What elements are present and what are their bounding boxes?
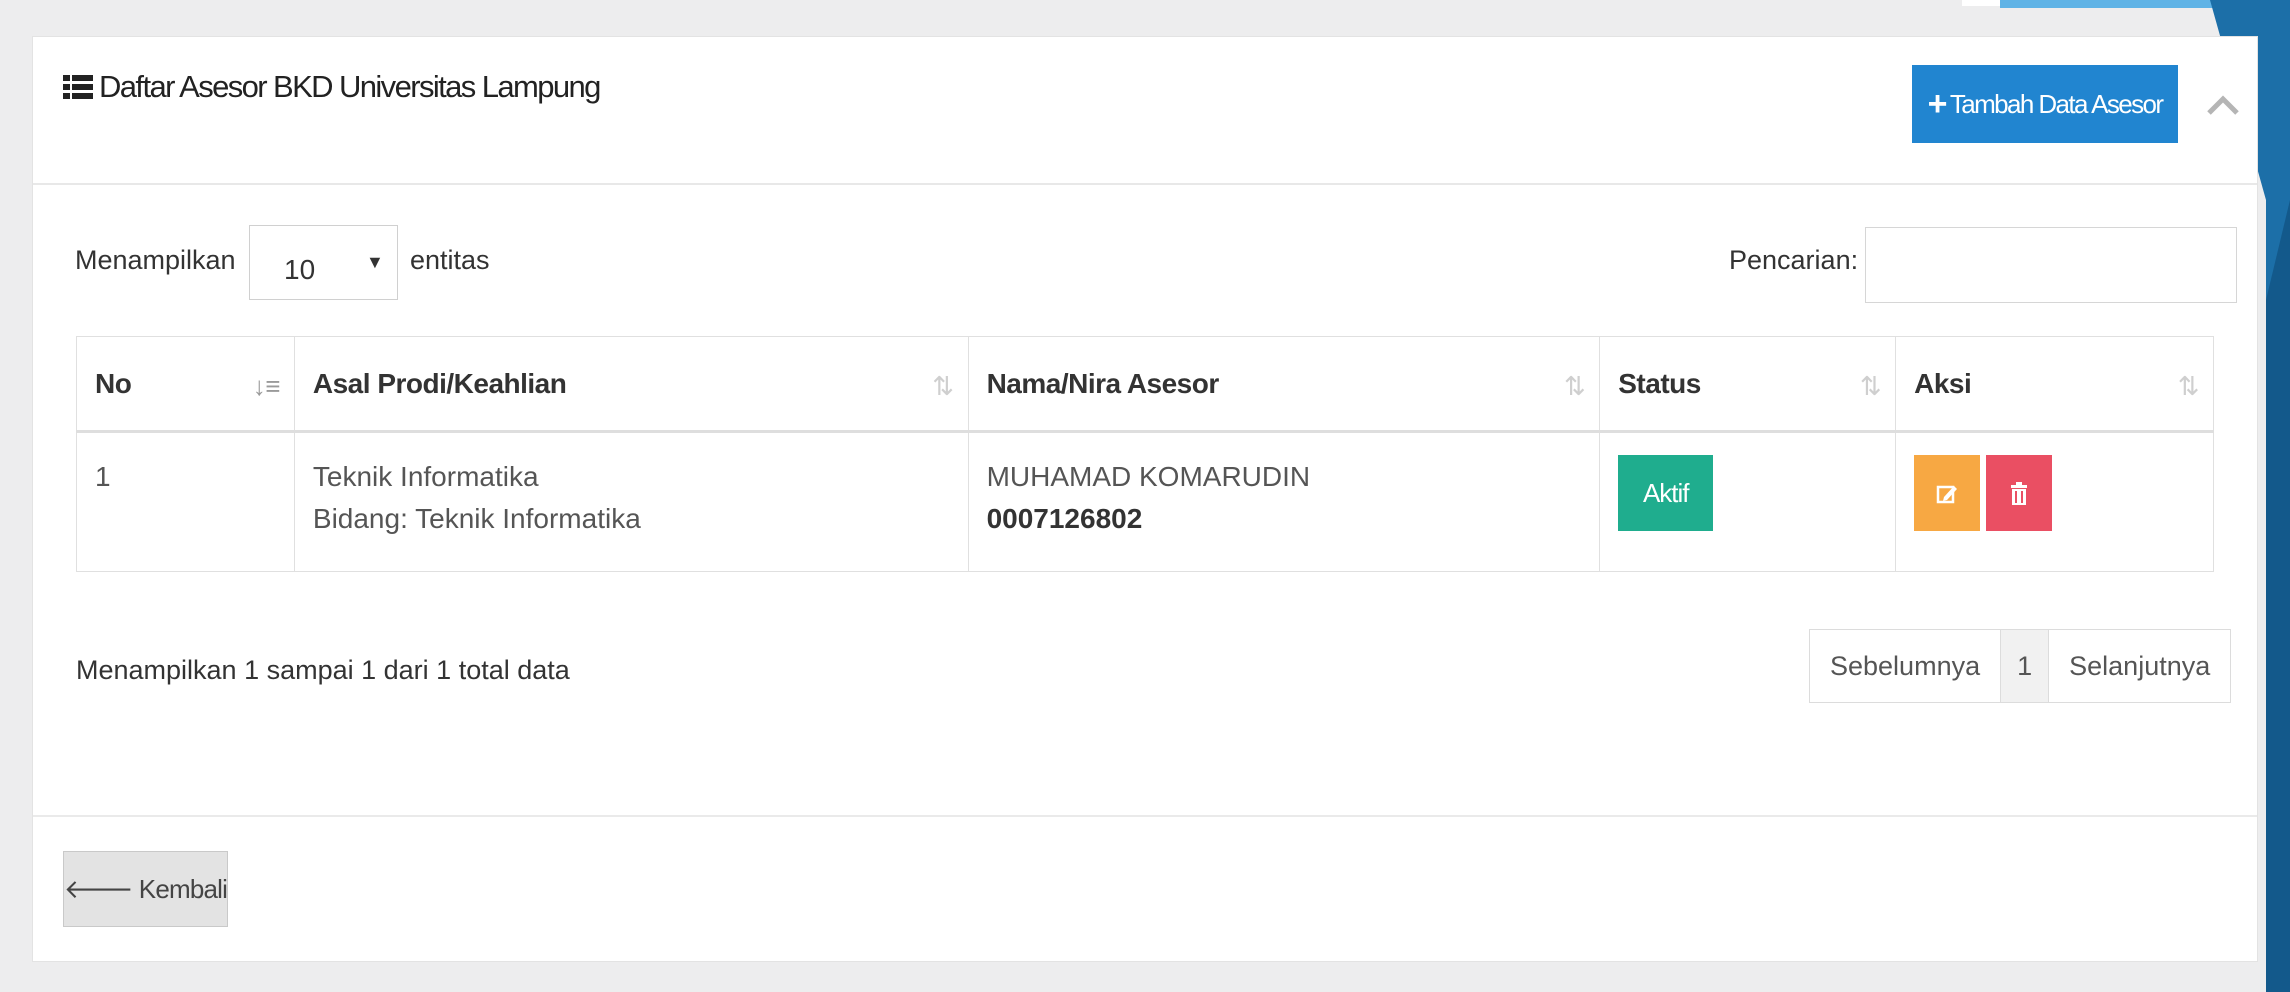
nira-text: 0007126802 <box>986 503 1143 534</box>
add-asesor-label: Tambah Data Asesor <box>1949 88 2164 119</box>
table-info: Menampilkan 1 sampai 1 dari 1 total data <box>76 655 570 685</box>
entities-label: entitas <box>410 245 490 275</box>
list-icon <box>63 75 93 99</box>
back-label: Kembali <box>138 873 228 904</box>
caret-down-icon: ▼ <box>366 252 384 272</box>
page-size-select[interactable]: 10 ▼ <box>249 225 398 300</box>
status-badge: Aktif <box>1618 455 1714 531</box>
cell-status: Aktif <box>1599 431 1897 572</box>
header-nama[interactable]: Nama/Nira Asesor ⇅ <box>967 336 1601 433</box>
header-no-label: No <box>95 367 132 399</box>
prev-page-button[interactable]: Sebelumnya <box>1810 630 2002 702</box>
show-label: Menampilkan <box>75 245 236 275</box>
header-aksi[interactable]: Aksi ⇅ <box>1895 336 2214 433</box>
next-page-button[interactable]: Selanjutnya <box>2049 630 2230 702</box>
bidang-text: Bidang: Teknik Informatika <box>312 503 641 534</box>
sort-asc-icon: ↓≡ <box>252 371 281 401</box>
sort-icon: ⇅ <box>932 371 954 401</box>
header-no[interactable]: No ↓≡ <box>76 336 295 433</box>
cell-nama: MUHAMAD KOMARUDIN 0007126802 <box>967 431 1601 572</box>
table-row: 1 Teknik Informatika Bidang: Teknik Info… <box>76 431 2214 572</box>
search-input[interactable] <box>1865 227 2237 303</box>
chevron-up-icon[interactable] <box>2205 89 2241 119</box>
edit-button[interactable] <box>1914 455 1981 531</box>
add-asesor-button[interactable]: + Tambah Data Asesor <box>1912 65 2178 143</box>
nama-text: MUHAMAD KOMARUDIN <box>986 461 1311 492</box>
panel-header: Daftar Asesor BKD Universitas Lampung + … <box>33 37 2257 185</box>
arrow-left-icon: 🡐 <box>63 873 134 904</box>
page-number-button[interactable]: 1 <box>2001 630 2050 702</box>
cell-no: 1 <box>76 431 295 572</box>
footer-divider <box>33 815 2257 817</box>
cell-prodi: Teknik Informatika Bidang: Teknik Inform… <box>293 431 969 572</box>
panel-title: Daftar Asesor BKD Universitas Lampung <box>63 69 601 105</box>
header-status-label: Status <box>1618 367 1701 399</box>
sort-icon: ⇅ <box>1859 371 1882 401</box>
pagination: Sebelumnya 1 Selanjutnya <box>1809 629 2232 703</box>
page-size-value: 10 <box>284 254 316 285</box>
back-button[interactable]: 🡐 Kembali <box>63 851 228 927</box>
sort-icon: ⇅ <box>1563 371 1586 401</box>
edit-icon <box>1936 485 1958 503</box>
panel-title-text: Daftar Asesor BKD Universitas Lampung <box>99 69 601 104</box>
trash-icon <box>2011 481 2028 505</box>
plus-icon: + <box>1927 85 1948 123</box>
search-label: Pencarian: <box>1729 245 1859 275</box>
header-nama-label: Nama/Nira Asesor <box>986 367 1220 399</box>
asesor-panel: Daftar Asesor BKD Universitas Lampung + … <box>32 36 2258 962</box>
prodi-text: Teknik Informatika <box>312 461 539 492</box>
cell-aksi <box>1895 431 2214 572</box>
header-aksi-label: Aksi <box>1914 367 1972 399</box>
header-status[interactable]: Status ⇅ <box>1599 336 1897 433</box>
table-header-row: No ↓≡ Asal Prodi/Keahlian ⇅ Nama/Nira As… <box>76 336 2214 433</box>
sort-icon: ⇅ <box>2177 371 2200 401</box>
delete-button[interactable] <box>1986 455 2053 531</box>
asesor-table: No ↓≡ Asal Prodi/Keahlian ⇅ Nama/Nira As… <box>76 336 2214 572</box>
header-prodi[interactable]: Asal Prodi/Keahlian ⇅ <box>293 336 969 433</box>
header-prodi-label: Asal Prodi/Keahlian <box>312 367 567 399</box>
